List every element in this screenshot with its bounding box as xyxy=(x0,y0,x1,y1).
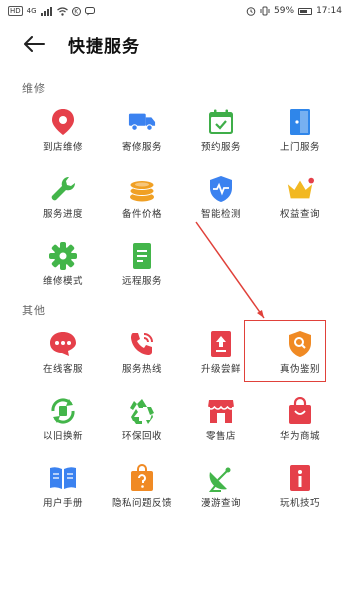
section-title-other: 其他 xyxy=(22,304,46,317)
service-item[interactable]: 上门服务 xyxy=(256,108,344,170)
wrench-icon xyxy=(49,175,77,203)
store-icon xyxy=(207,397,235,425)
status-left: HD 4G K xyxy=(8,6,95,16)
service-item[interactable]: 漫游查询 xyxy=(177,464,265,526)
service-item-label: 维修模式 xyxy=(42,276,83,287)
service-item-label: 用户手册 xyxy=(42,498,83,509)
service-item-label: 权益查询 xyxy=(279,209,320,220)
battery-percent: 59% xyxy=(274,6,295,16)
vibrate-icon xyxy=(260,6,270,16)
service-item-label: 远程服务 xyxy=(121,276,162,287)
service-item[interactable]: 环保回收 xyxy=(98,397,186,459)
service-item[interactable]: 服务进度 xyxy=(19,175,107,237)
service-item[interactable]: 智能检测 xyxy=(177,175,265,237)
clock: 17:14 xyxy=(316,6,342,16)
battery-icon xyxy=(298,7,313,15)
arrow-left-icon xyxy=(24,36,45,52)
service-item-label: 寄修服务 xyxy=(121,142,162,153)
info-book-icon xyxy=(286,464,314,492)
highlight-box xyxy=(244,320,326,382)
coins-icon xyxy=(128,175,156,203)
service-item-label: 以旧换新 xyxy=(42,431,83,442)
signal-label: 4G xyxy=(26,7,37,15)
service-item[interactable]: 权益查询 xyxy=(256,175,344,237)
service-item-label: 智能检测 xyxy=(200,209,241,220)
service-item[interactable]: 玩机技巧 xyxy=(256,464,344,526)
service-item-label: 在线客服 xyxy=(42,364,83,375)
trade-in-icon xyxy=(49,397,77,425)
service-item-label: 环保回收 xyxy=(121,431,162,442)
service-item-label: 备件价格 xyxy=(121,209,162,220)
service-item[interactable]: 维修模式 xyxy=(19,242,107,304)
satellite-dish-icon xyxy=(207,464,235,492)
service-item-label: 到店维修 xyxy=(42,142,83,153)
calendar-check-icon xyxy=(207,108,235,136)
section-title-repair: 维修 xyxy=(22,82,46,95)
hd-badge: HD xyxy=(8,6,23,16)
back-button[interactable] xyxy=(14,28,54,60)
service-item-label: 玩机技巧 xyxy=(279,498,320,509)
page-title: 快捷服务 xyxy=(68,36,140,57)
service-item-label: 漫游查询 xyxy=(200,498,241,509)
book-icon xyxy=(49,464,77,492)
wifi-icon xyxy=(56,6,68,16)
door-icon xyxy=(286,108,314,136)
recycle-icon xyxy=(128,397,156,425)
service-item[interactable]: 寄修服务 xyxy=(98,108,186,170)
title-bar: 快捷服务 xyxy=(0,28,350,60)
service-item-label: 服务热线 xyxy=(121,364,162,375)
crown-icon xyxy=(286,175,314,203)
service-item[interactable]: 隐私问题反馈 xyxy=(98,464,186,526)
service-item-label: 预约服务 xyxy=(200,142,241,153)
shield-pulse-icon xyxy=(207,175,235,203)
signal-icon xyxy=(40,6,52,16)
service-item-label: 隐私问题反馈 xyxy=(111,498,172,509)
status-bar: HD 4G K 59% 17:14 xyxy=(0,0,350,22)
service-item[interactable]: 用户手册 xyxy=(19,464,107,526)
chat-bubble-icon xyxy=(49,330,77,358)
phone-call-icon xyxy=(128,330,156,358)
status-right: 59% 17:14 xyxy=(246,6,342,16)
service-item[interactable]: 在线客服 xyxy=(19,330,107,392)
shopping-bag-icon xyxy=(286,397,314,425)
delivery-truck-icon xyxy=(128,108,156,136)
service-item[interactable]: 服务热线 xyxy=(98,330,186,392)
question-bag-icon xyxy=(128,464,156,492)
service-item[interactable]: 预约服务 xyxy=(177,108,265,170)
alarm-icon xyxy=(246,7,256,16)
service-item[interactable]: 华为商城 xyxy=(256,397,344,459)
service-item[interactable]: 到店维修 xyxy=(19,108,107,170)
phone-remote-icon xyxy=(128,242,156,270)
notification-icon: K xyxy=(71,6,81,16)
service-item[interactable]: 零售店 xyxy=(177,397,265,459)
service-item-label: 服务进度 xyxy=(42,209,83,220)
location-pin-icon xyxy=(49,108,77,136)
service-item-label: 华为商城 xyxy=(279,431,320,442)
chat-status-icon xyxy=(84,6,95,15)
service-item-label: 零售店 xyxy=(205,431,236,442)
service-item[interactable]: 远程服务 xyxy=(98,242,186,304)
service-item[interactable]: 备件价格 xyxy=(98,175,186,237)
service-item-label: 上门服务 xyxy=(279,142,320,153)
service-item[interactable]: 以旧换新 xyxy=(19,397,107,459)
gear-icon xyxy=(49,242,77,270)
upgrade-icon xyxy=(207,330,235,358)
